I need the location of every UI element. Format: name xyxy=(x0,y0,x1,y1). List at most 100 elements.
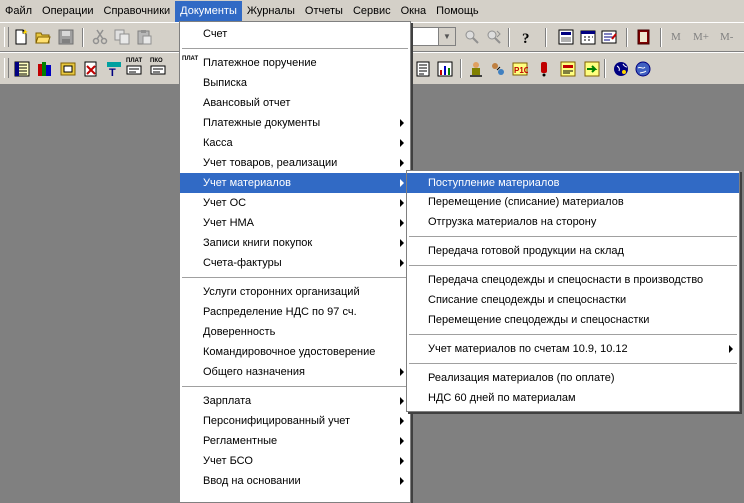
menu-service[interactable]: Сервис xyxy=(348,1,396,22)
find-next-icon[interactable] xyxy=(486,29,502,45)
menu-item-bso[interactable]: Учет БСО xyxy=(180,451,410,471)
menu-windows[interactable]: Окна xyxy=(396,1,432,22)
menu-item-input-based-on[interactable]: Ввод на основании xyxy=(180,471,410,491)
calendar-icon[interactable] xyxy=(580,29,596,45)
cut-icon[interactable] xyxy=(92,29,108,45)
menu-item-regulatory[interactable]: Регламентные xyxy=(180,431,410,451)
menu-help[interactable]: Помощь xyxy=(431,1,484,22)
menu-item-goods-sales[interactable]: Учет товаров, реализации xyxy=(180,153,410,173)
menu-item-fixed-assets[interactable]: Учет ОС xyxy=(180,193,410,213)
menu-item-intangibles[interactable]: Учет НМА xyxy=(180,213,410,233)
plat-icon: ПЛАТ xyxy=(182,56,200,70)
menu-operations[interactable]: Операции xyxy=(37,1,98,22)
report-icon[interactable] xyxy=(415,61,431,77)
svg-text:T: T xyxy=(109,67,116,77)
memory-subtract-button[interactable]: M- xyxy=(720,31,733,43)
menu-item-label: Реализация материалов (по оплате) xyxy=(428,372,615,384)
menu-separator xyxy=(182,277,408,278)
toolbar-separator xyxy=(626,28,628,47)
submenu-item-materials-shipment[interactable]: Отгрузка материалов на сторону xyxy=(407,212,739,232)
menu-item-power-of-attorney[interactable]: Доверенность xyxy=(180,322,410,342)
submenu-arrow-icon xyxy=(400,199,404,207)
submenu-arrow-icon xyxy=(400,179,404,187)
menu-item-statement[interactable]: Выписка xyxy=(180,73,410,93)
materials-submenu: Поступление материалов Перемещение (спис… xyxy=(406,170,740,412)
menu-journals[interactable]: Журналы xyxy=(242,1,300,22)
help-icon[interactable]: ? xyxy=(518,29,534,45)
submenu-item-materials-receipt[interactable]: Поступление материалов xyxy=(407,173,739,193)
submenu-item-vat-60-days[interactable]: НДС 60 дней по материалам xyxy=(407,388,739,408)
account-plan-icon[interactable]: T xyxy=(106,61,122,77)
menu-item-label: Командировочное удостоверение xyxy=(203,346,376,358)
copy-icon[interactable] xyxy=(114,29,130,45)
submenu-item-finished-goods[interactable]: Передача готовой продукции на склад xyxy=(407,241,739,261)
calculator-icon[interactable] xyxy=(558,29,574,45)
chart-icon[interactable] xyxy=(437,61,453,77)
menu-item-payment-order[interactable]: ПЛАТ Платежное поручение xyxy=(180,53,410,73)
save-icon[interactable] xyxy=(58,29,74,45)
toolbar-grip[interactable] xyxy=(4,58,9,78)
menu-item-label: Учет товаров, реализации xyxy=(203,157,338,169)
menu-references[interactable]: Справочники xyxy=(99,1,176,22)
toolbar-separator xyxy=(460,59,462,78)
submenu-item-materials-accounts[interactable]: Учет материалов по счетам 10.9, 10.12 xyxy=(407,339,739,359)
alert-icon[interactable] xyxy=(536,61,552,77)
menu-item-third-party-services[interactable]: Услуги сторонних организаций xyxy=(180,282,410,302)
chevron-down-icon[interactable]: ▼ xyxy=(438,28,455,45)
books-icon[interactable] xyxy=(37,61,53,77)
menu-separator xyxy=(409,334,737,335)
search-icon[interactable] xyxy=(464,29,480,45)
toolbar-combo[interactable]: ▼ xyxy=(412,27,456,46)
folders-icon[interactable] xyxy=(60,61,76,77)
menu-item-label: Передача спецодежды и спецоснасти в прои… xyxy=(428,274,704,286)
toolbar-grip[interactable] xyxy=(4,27,9,47)
export-icon[interactable] xyxy=(584,61,600,77)
menu-documents[interactable]: Документы xyxy=(175,0,242,22)
memory-store-button[interactable]: M xyxy=(671,31,681,43)
submenu-item-workwear-writeoff[interactable]: Списание спецодежды и спецоснастки xyxy=(407,290,739,310)
world-icon[interactable] xyxy=(635,61,651,77)
menu-separator xyxy=(409,236,737,237)
menu-file[interactable]: Файл xyxy=(0,1,37,22)
journal-icon[interactable] xyxy=(601,29,617,45)
menu-item-payment-documents[interactable]: Платежные документы xyxy=(180,113,410,133)
menu-item-label: Счет xyxy=(203,28,228,40)
menu-item-advance-report[interactable]: Авансовый отчет xyxy=(180,93,410,113)
menu-item-personified-accounting[interactable]: Персонифицированный учет xyxy=(180,411,410,431)
tax-icon[interactable]: Р1С xyxy=(512,61,528,77)
submenu-item-workwear-to-production[interactable]: Передача спецодежды и спецоснасти в прои… xyxy=(407,270,739,290)
catalog-icon[interactable] xyxy=(14,61,30,77)
people-icon[interactable] xyxy=(468,61,484,77)
submenu-arrow-icon xyxy=(729,345,733,353)
book-icon[interactable] xyxy=(636,29,652,45)
submenu-item-workwear-transfer[interactable]: Перемещение спецодежды и спецоснастки xyxy=(407,310,739,330)
open-folder-icon[interactable] xyxy=(35,29,51,45)
menu-item-salary[interactable]: Зарплата xyxy=(180,391,410,411)
menu-item-vat-distribution[interactable]: Распределение НДС по 97 сч. xyxy=(180,302,410,322)
submenu-arrow-icon xyxy=(400,457,404,465)
submenu-item-materials-sale[interactable]: Реализация материалов (по оплате) xyxy=(407,368,739,388)
menu-item-label: Счета-фактуры xyxy=(203,257,282,269)
plat-doc-icon[interactable]: ПЛАТ xyxy=(126,58,146,78)
note-icon[interactable] xyxy=(560,61,576,77)
menu-item-invoice[interactable]: Счет xyxy=(180,24,410,44)
transfer-icon[interactable] xyxy=(490,61,506,77)
menu-reports[interactable]: Отчеты xyxy=(300,1,348,22)
submenu-item-materials-transfer[interactable]: Перемещение (списание) материалов xyxy=(407,192,739,212)
globe-icon[interactable] xyxy=(613,61,629,77)
menu-item-travel-certificate[interactable]: Командировочное удостоверение xyxy=(180,342,410,362)
new-document-icon[interactable] xyxy=(13,29,29,45)
menu-item-purchase-book[interactable]: Записи книги покупок xyxy=(180,233,410,253)
menu-item-materials[interactable]: Учет материалов xyxy=(180,173,410,193)
menu-item-label: Распределение НДС по 97 сч. xyxy=(203,306,357,318)
submenu-arrow-icon xyxy=(400,397,404,405)
menu-item-general-purpose[interactable]: Общего назначения xyxy=(180,362,410,382)
menu-separator xyxy=(409,363,737,364)
pko-doc-icon[interactable]: ПКО xyxy=(150,58,170,78)
memory-add-button[interactable]: M+ xyxy=(693,31,709,43)
cancel-doc-icon[interactable] xyxy=(83,61,99,77)
menu-item-invoices[interactable]: Счета-фактуры xyxy=(180,253,410,273)
plat-caption: ПЛАТ xyxy=(126,58,143,64)
menu-item-cash[interactable]: Касса xyxy=(180,133,410,153)
paste-icon[interactable] xyxy=(136,29,152,45)
